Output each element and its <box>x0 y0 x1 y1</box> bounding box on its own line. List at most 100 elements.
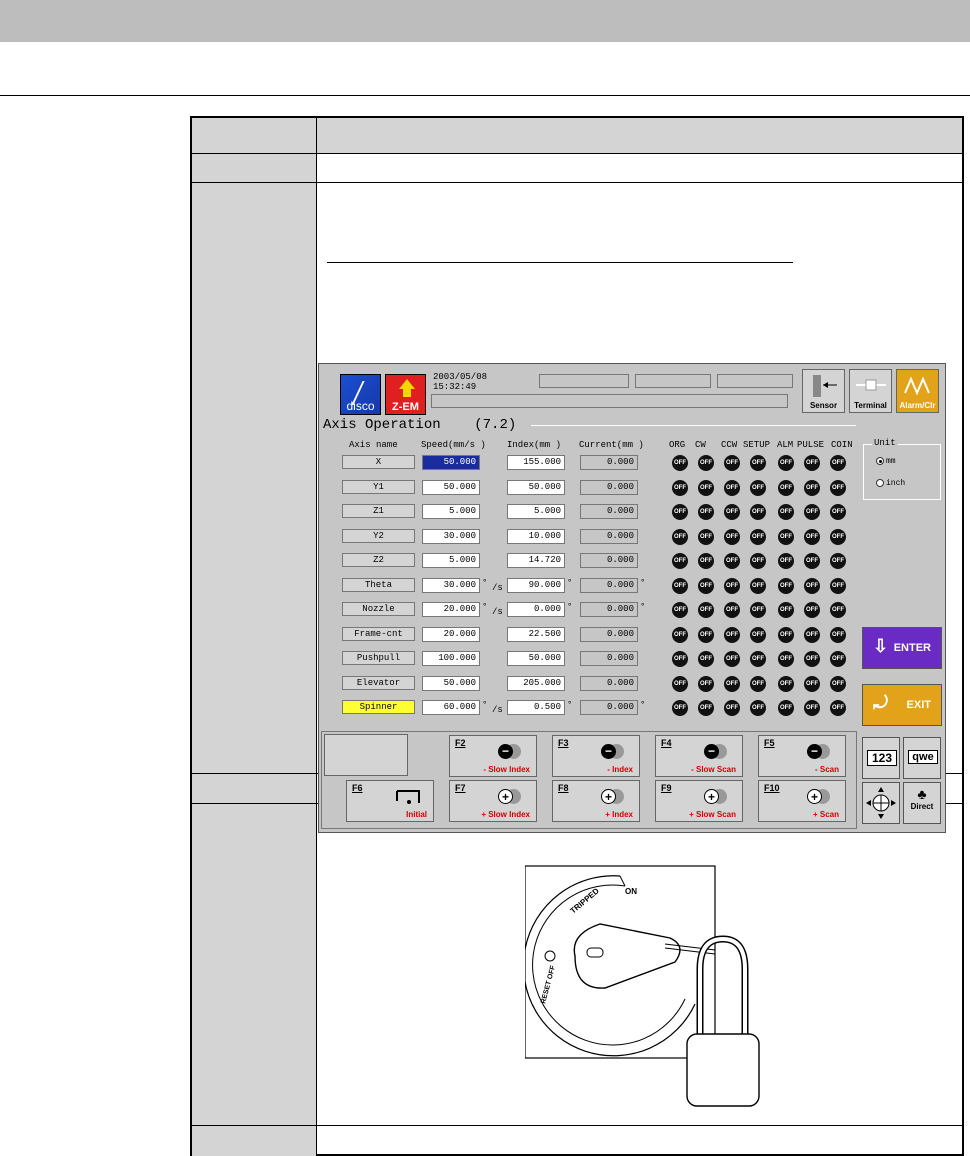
axis-button-z2[interactable]: Z2 <box>342 553 415 567</box>
status-led: OFF <box>750 553 766 569</box>
index-field[interactable]: 10.000 <box>507 529 565 544</box>
status-led: OFF <box>778 529 794 545</box>
index-field[interactable]: 155.000 <box>507 455 565 470</box>
status-led: OFF <box>672 529 688 545</box>
terminal-button[interactable]: Terminal <box>849 369 892 413</box>
col-speed: Speed(mm/s ) <box>421 440 486 450</box>
per-second-unit: /s <box>492 705 503 715</box>
unit-inch-radio[interactable]: inch <box>876 479 936 488</box>
col-current: Current(mm ) <box>579 440 644 450</box>
alarm-icon <box>903 376 930 396</box>
col-pulse: PULSE <box>797 440 825 450</box>
status-led: OFF <box>724 455 740 471</box>
current-field: 0.000 <box>580 651 638 666</box>
status-led: OFF <box>830 700 846 716</box>
speed-field[interactable]: 5.000 <box>422 504 480 519</box>
speed-field[interactable]: 100.000 <box>422 651 480 666</box>
status-led: OFF <box>698 602 714 618</box>
speed-field[interactable]: 50.000 <box>422 455 480 470</box>
status-led: OFF <box>804 651 820 667</box>
status-led: OFF <box>698 627 714 643</box>
breaker-on-label: ON <box>625 887 637 896</box>
speed-field[interactable]: 30.000 <box>422 529 480 544</box>
breaker-illustration: ON TRIPPED RESET OFF <box>522 864 765 1114</box>
speed-field[interactable]: 5.000 <box>422 553 480 568</box>
direction-pad-button[interactable] <box>862 782 900 824</box>
header-rule <box>0 95 970 96</box>
status-led: OFF <box>778 676 794 692</box>
status-led: OFF <box>778 480 794 496</box>
status-led: OFF <box>830 676 846 692</box>
axis-button-y1[interactable]: Y1 <box>342 480 415 494</box>
zem-button[interactable]: Z-EM <box>385 374 426 415</box>
index-field[interactable]: 205.000 <box>507 676 565 691</box>
index-field[interactable]: 50.000 <box>507 480 565 495</box>
unit-group: Unit mm inch <box>863 438 941 500</box>
exit-button[interactable]: ⤾ EXIT <box>862 684 942 726</box>
speed-field[interactable]: 30.000 <box>422 578 480 593</box>
index-field[interactable]: 0.500 <box>507 700 565 715</box>
col-coin: COIN <box>831 440 853 450</box>
index-field[interactable]: 0.000 <box>507 602 565 617</box>
numeric-keypad-button[interactable]: 123 <box>862 737 900 779</box>
status-box <box>717 374 793 388</box>
alarm-clear-button[interactable]: Alarm/Clr <box>896 369 939 413</box>
fkey-f3-button[interactable]: F3− - Index <box>552 735 640 777</box>
status-led: OFF <box>698 455 714 471</box>
speed-field[interactable]: 60.000 <box>422 700 480 715</box>
fkey-f2-button[interactable]: F2− - Slow Index <box>449 735 537 777</box>
axis-button-z1[interactable]: Z1 <box>342 504 415 518</box>
axis-button-theta[interactable]: Theta <box>342 578 415 592</box>
table-row <box>192 1126 962 1156</box>
fkey-f7-button[interactable]: F7 + + Slow Index <box>449 780 537 822</box>
status-led: OFF <box>778 455 794 471</box>
speed-field[interactable]: 20.000 <box>422 627 480 642</box>
fkey-f8-button[interactable]: F8 + + Index <box>552 780 640 822</box>
axis-button-elevator[interactable]: Elevator <box>342 676 415 690</box>
terminal-icon <box>855 379 886 391</box>
fkey-f4-button[interactable]: F4− - Slow Scan <box>655 735 743 777</box>
direct-button[interactable]: ♣ Direct <box>903 782 941 824</box>
axis-button-x[interactable]: X <box>342 455 415 469</box>
fkey-f10-button[interactable]: F10 + + Scan <box>758 780 846 822</box>
axis-button-nozzle[interactable]: Nozzle <box>342 602 415 616</box>
status-led: OFF <box>672 700 688 716</box>
fkey-f5-button[interactable]: F5− - Scan <box>758 735 846 777</box>
index-field[interactable]: 22.500 <box>507 627 565 642</box>
index-field[interactable]: 5.000 <box>507 504 565 519</box>
axis-button-y2[interactable]: Y2 <box>342 529 415 543</box>
status-led: OFF <box>750 602 766 618</box>
index-field[interactable]: 50.000 <box>507 651 565 666</box>
axis-button-spinner[interactable]: Spinner <box>342 700 415 714</box>
axis-button-frame-cnt[interactable]: Frame-cnt <box>342 627 415 641</box>
sensor-button[interactable]: Sensor <box>802 369 845 413</box>
index-field[interactable]: 14.720 <box>507 553 565 568</box>
speed-field[interactable]: 20.000 <box>422 602 480 617</box>
status-led: OFF <box>804 480 820 496</box>
status-led: OFF <box>804 700 820 716</box>
status-led: OFF <box>804 578 820 594</box>
speed-field[interactable]: 50.000 <box>422 480 480 495</box>
header-bar <box>0 0 970 42</box>
col-axis-name: Axis name <box>349 440 398 450</box>
enter-button[interactable]: ⇩ ENTER <box>862 627 942 669</box>
fkey-f6-button[interactable]: F6 Initial <box>346 780 434 822</box>
status-led: OFF <box>724 627 740 643</box>
speed-field[interactable]: 50.000 <box>422 676 480 691</box>
status-led: OFF <box>830 553 846 569</box>
status-led: OFF <box>698 553 714 569</box>
blank-fkey-button[interactable] <box>324 734 408 776</box>
plus-icon: + <box>601 789 624 804</box>
minus-icon: − <box>601 744 624 759</box>
keyboard-button[interactable]: qwe <box>903 737 941 779</box>
fkey-f9-button[interactable]: F9 + + Slow Scan <box>655 780 743 822</box>
status-led: OFF <box>672 455 688 471</box>
axis-button-pushpull[interactable]: Pushpull <box>342 651 415 665</box>
unit-mm-radio[interactable]: mm <box>876 457 936 466</box>
u-turn-icon: ⤾ <box>873 693 888 713</box>
degree-unit: ° <box>482 578 488 588</box>
status-led: OFF <box>830 651 846 667</box>
index-field[interactable]: 90.000 <box>507 578 565 593</box>
current-field: 0.000 <box>580 529 638 544</box>
status-led: OFF <box>750 676 766 692</box>
